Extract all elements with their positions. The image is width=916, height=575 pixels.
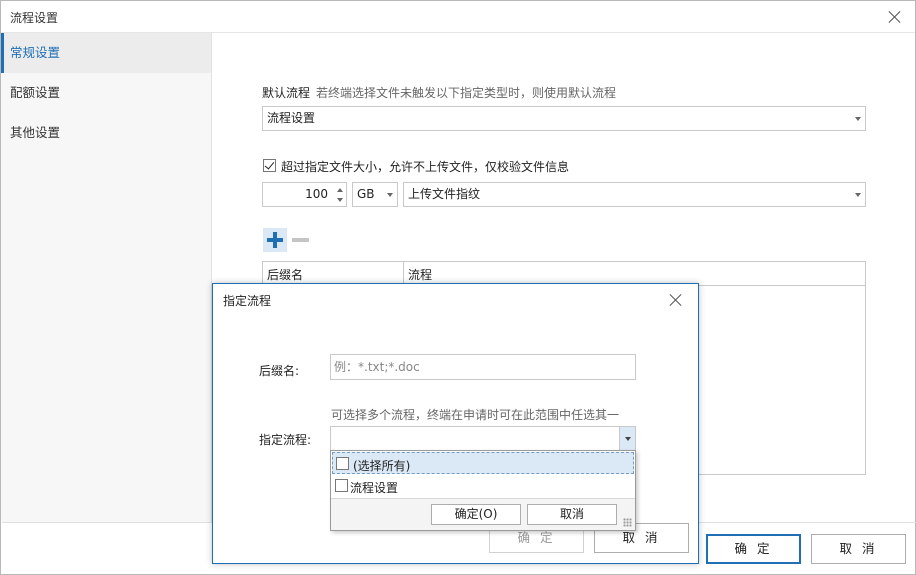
add-icon[interactable] (263, 228, 287, 252)
flow-settings-checkbox[interactable] (335, 479, 348, 492)
divider (212, 32, 915, 33)
suffix-label: 后缀名: (259, 364, 300, 378)
column-header-suffix: 后缀名 (267, 268, 304, 282)
close-icon[interactable] (887, 9, 903, 25)
remove-icon[interactable] (291, 228, 311, 252)
confirm-button[interactable]: 确 定 (706, 534, 801, 564)
option-label: (选择所有) (353, 459, 411, 473)
sidebar-item-label: 其他设置 (10, 125, 61, 140)
sidebar-item-general[interactable]: 常规设置 (1, 33, 211, 73)
option-label: 流程设置 (350, 481, 399, 495)
caret-up-icon[interactable] (337, 188, 343, 192)
default-flow-value: 流程设置 (267, 111, 316, 125)
chevron-down-icon[interactable] (619, 427, 635, 451)
size-limit-checkbox[interactable] (263, 159, 276, 172)
size-value: 100 (305, 187, 328, 201)
caret-down-icon[interactable] (337, 198, 343, 202)
flow-multiselect[interactable] (330, 426, 636, 452)
default-flow-hint: 若终端选择文件未触发以下指定类型时，则使用默认流程 (316, 86, 617, 100)
size-action-value: 上传文件指纹 (408, 187, 481, 201)
sidebar-item-other[interactable]: 其他设置 (1, 113, 211, 153)
suffix-input[interactable] (330, 354, 636, 380)
size-unit-select[interactable]: GB (352, 182, 398, 207)
sidebar: 常规设置 配额设置 其他设置 (1, 32, 212, 522)
sidebar-item-label: 配额设置 (10, 85, 61, 100)
popup-footer: 确定(O) 取消 (331, 498, 635, 530)
option-flow-settings[interactable]: 流程设置 (332, 475, 634, 497)
size-value-stepper[interactable]: 100 (262, 182, 347, 207)
flow-label: 指定流程: (259, 433, 312, 447)
chevron-down-icon (387, 193, 393, 197)
sidebar-item-label: 常规设置 (10, 45, 61, 60)
default-flow-select[interactable]: 流程设置 (262, 106, 866, 131)
dialog-close-icon[interactable] (668, 292, 684, 308)
cancel-button[interactable]: 取 消 (811, 534, 906, 564)
select-all-checkbox[interactable] (336, 457, 349, 470)
default-flow-label-row: 默认流程 若终端选择文件未触发以下指定类型时，则使用默认流程 (262, 84, 616, 101)
sidebar-item-quota[interactable]: 配额设置 (1, 73, 211, 113)
chevron-down-icon (855, 117, 861, 121)
flow-hint: 可选择多个流程，终端在申请时可在此范围中任选其一 (331, 408, 620, 422)
default-flow-label: 默认流程 (262, 86, 311, 100)
size-limit-label: 超过指定文件大小，允许不上传文件，仅校验文件信息 (281, 160, 570, 174)
resize-grip-icon[interactable] (623, 518, 632, 527)
window-title: 流程设置 (10, 11, 59, 25)
option-select-all[interactable]: (选择所有) (332, 452, 634, 474)
popup-ok-button[interactable]: 确定(O) (431, 504, 521, 525)
column-header-flow: 流程 (408, 268, 433, 282)
title-bar: 流程设置 (1, 1, 915, 32)
flow-options-popup: (选择所有) 流程设置 确定(O) 取消 (330, 450, 636, 531)
dialog-title: 指定流程 (223, 294, 272, 308)
size-unit-value: GB (357, 187, 375, 201)
popup-cancel-button[interactable]: 取消 (527, 504, 617, 525)
size-action-select[interactable]: 上传文件指纹 (403, 182, 866, 207)
chevron-down-icon (855, 193, 861, 197)
